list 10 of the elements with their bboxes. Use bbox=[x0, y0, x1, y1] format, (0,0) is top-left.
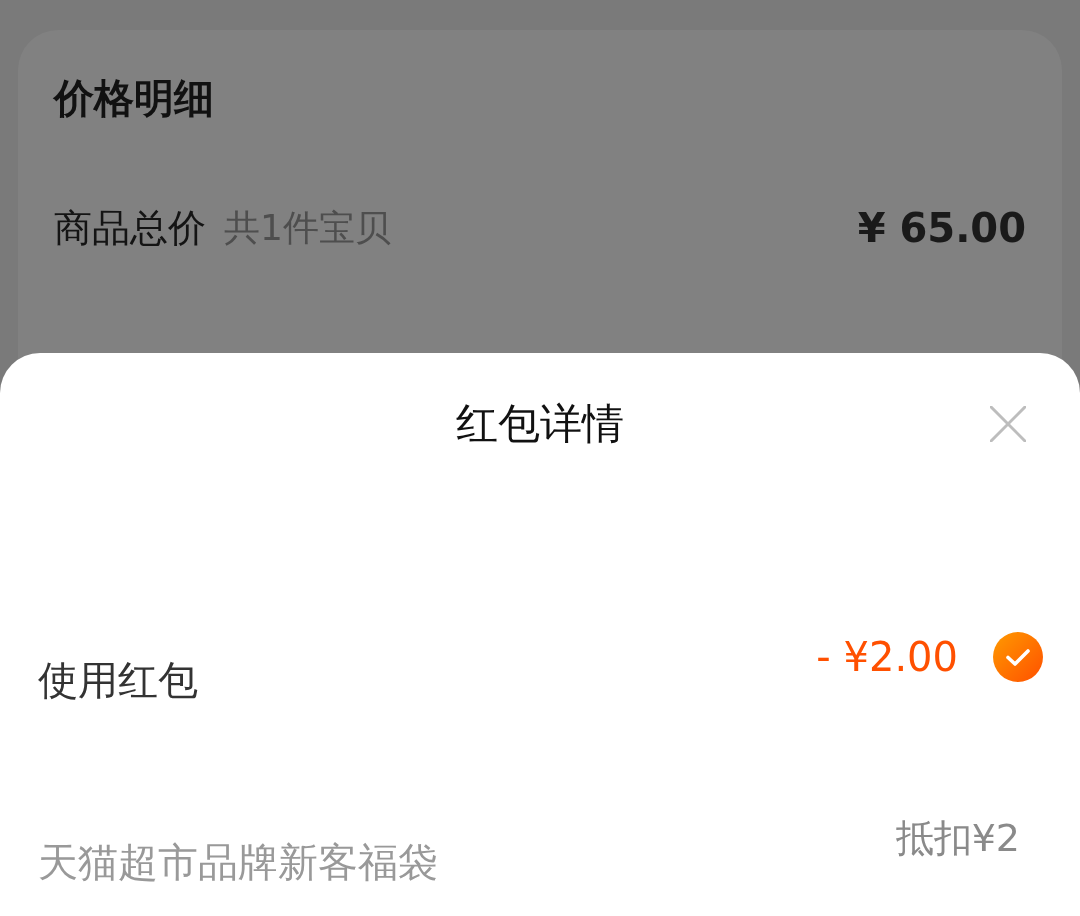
sheet-title: 红包详情 bbox=[456, 398, 624, 450]
coupon-name: 天猫超市品牌新客福袋 bbox=[38, 838, 438, 887]
option-label: 使用红包 bbox=[38, 656, 198, 705]
checkbox-icon[interactable] bbox=[993, 632, 1043, 682]
discount-amount: - ¥2.00 bbox=[816, 633, 958, 682]
coupon-value: 抵扣¥2 bbox=[895, 815, 1020, 862]
card-title: 价格明细 bbox=[54, 74, 214, 123]
close-icon[interactable] bbox=[990, 406, 1026, 442]
price-label: 商品总价 bbox=[54, 205, 206, 252]
price-amount: ¥ 65.00 bbox=[857, 204, 1026, 253]
